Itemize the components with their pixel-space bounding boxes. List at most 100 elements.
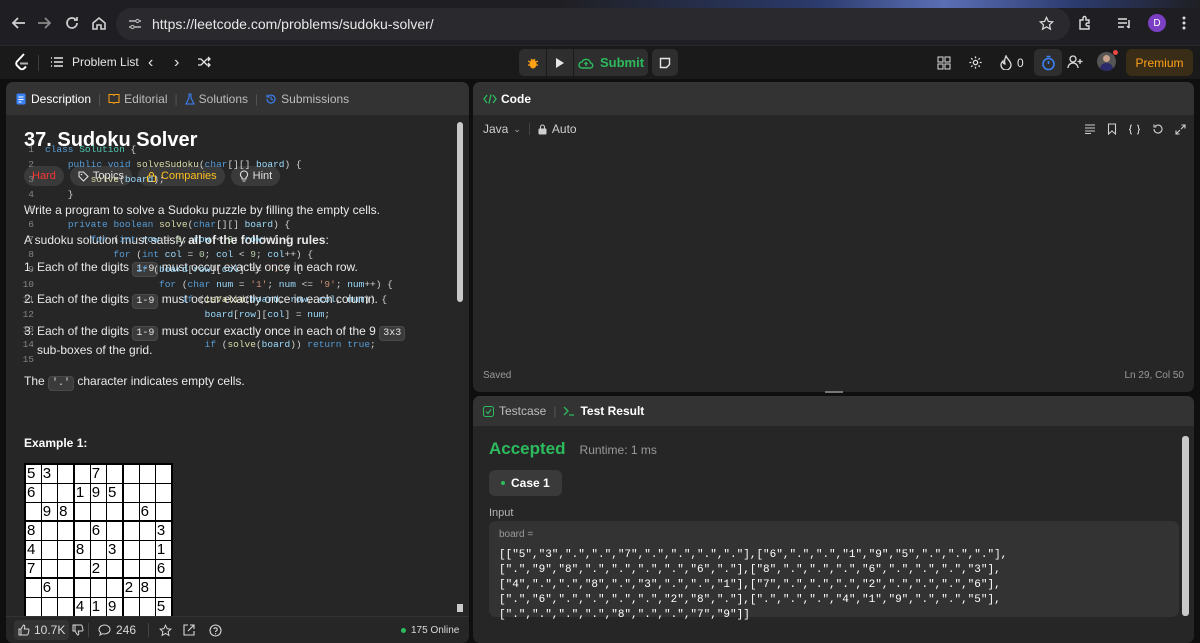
grid-cell [138,539,156,560]
grid-cell: 8 [72,539,91,560]
braces-icon[interactable] [1128,123,1141,135]
tab-editorial[interactable]: Editorial [108,92,168,106]
code-editor[interactable]: 1 class Solution { 2 public void solveSud… [0,142,727,367]
code-line: 12 board[row][col] = num; [0,307,727,322]
browser-theme-decoration [560,0,1200,8]
tab-description[interactable]: Description [16,92,91,106]
grid-cell: 2 [121,577,140,598]
grid-cell [121,520,140,541]
list-icon [51,57,63,67]
grid-cell [23,501,42,522]
tab-testcase[interactable]: Testcase [483,404,546,418]
grid-row: 98 6 [23,501,173,522]
grid-row: 7 2 6 [23,558,173,579]
like-button[interactable]: 10.7K [14,620,70,640]
grid-cell [138,596,156,617]
chevron-down-icon: ⌄ [513,123,521,134]
grid-cell [23,577,42,598]
code-line: 15 [0,352,727,367]
next-problem-icon[interactable]: › [174,54,179,72]
shuffle-icon[interactable] [197,56,211,68]
scroll-arrow-down[interactable] [457,604,463,612]
mode-value: Auto [551,122,577,136]
reset-icon[interactable] [1152,123,1164,135]
home-icon[interactable] [89,13,109,33]
format-lines-icon[interactable] [1084,124,1096,134]
grid-cell [105,558,124,579]
grid-cell: 6 [154,558,173,579]
leetcode-logo-icon[interactable] [14,53,30,71]
expand-icon[interactable] [1175,123,1186,135]
address-bar[interactable]: https://leetcode.com/problems/sudoku-sol… [116,8,1070,40]
terminal-icon [564,406,575,416]
grid-cell [154,482,173,503]
bug-icon [527,58,538,68]
stopwatch-icon [1041,55,1055,70]
grid-row: 53 7 [23,463,173,484]
panel-resize-handle[interactable] [825,391,843,393]
case-tab[interactable]: Case 1 [489,470,562,496]
line-number: 8 [28,249,34,260]
reload-icon[interactable] [62,13,82,33]
description-footer: 10.7K 246 175 Online [6,616,469,643]
autocomplete-mode[interactable]: Auto [538,122,577,136]
input-label: Input [489,507,514,519]
tab-code[interactable]: Code [483,92,531,106]
language-value: Java [483,122,509,136]
share-icon[interactable] [183,624,195,636]
reading-list-icon[interactable] [1115,13,1135,33]
timer-button[interactable] [1034,49,1062,76]
grid-cell [138,482,156,503]
layout-icon[interactable] [937,56,951,70]
board-value: [["5","3",".",".","7",".",".",".","."],[… [499,549,1008,621]
comments-button[interactable]: 246 [98,623,136,637]
footer-divider [148,623,149,637]
dislike-icon[interactable] [72,624,84,636]
browser-menu-icon[interactable] [1174,13,1194,33]
bookmark-star-icon[interactable] [1036,13,1056,33]
tab-separator: | [255,91,259,106]
streak-counter[interactable]: 0 [1000,55,1024,70]
grid-cell [72,520,91,541]
language-select[interactable]: Java ⌄ [483,122,521,136]
testcase-label: Testcase [499,404,547,418]
submit-button[interactable]: Submit [574,49,648,76]
grid-cell [72,501,91,522]
run-button[interactable] [547,49,573,76]
thumbs-up-icon [18,624,30,636]
online-dot [401,627,406,633]
grid-cell [40,596,59,617]
result-scrollbar[interactable] [1182,436,1189,616]
tab-test-result[interactable]: Test Result [563,404,644,418]
problem-list-link[interactable]: Problem List [50,55,139,69]
footer-divider [88,623,89,637]
grid-cell: 4 [72,596,91,617]
user-avatar[interactable] [1097,50,1118,71]
code-line: 5 [0,202,727,217]
grid-cell [89,539,107,560]
code-toolbar: Java ⌄ Auto [473,115,1194,143]
help-icon[interactable] [209,623,222,637]
code-scrollbar-track[interactable] [1181,142,1189,358]
inline-code: '.' [48,376,75,391]
tab-solutions[interactable]: Solutions [184,92,248,106]
premium-button[interactable]: Premium [1126,49,1193,76]
site-settings-icon[interactable] [128,18,142,30]
prev-problem-icon[interactable]: ‹ [148,54,153,72]
settings-gear-icon[interactable] [968,55,983,70]
notes-button[interactable] [652,49,678,76]
back-icon[interactable] [9,13,29,33]
extensions-icon[interactable] [1075,13,1095,33]
debug-button[interactable] [519,49,546,76]
add-friend-icon[interactable] [1067,55,1083,69]
online-indicator: 175 Online [401,625,459,636]
tab-submissions[interactable]: Submissions [265,92,349,106]
bookmark-icon[interactable] [1107,123,1117,135]
browser-profile-avatar[interactable]: D [1148,14,1166,32]
grid-cell [121,558,140,579]
star-icon[interactable] [159,623,172,637]
grid-cell [138,463,156,484]
code-line: 3 solve(board); [0,172,727,187]
grid-row: 6 195 [23,482,173,503]
forward-icon[interactable] [34,13,54,33]
